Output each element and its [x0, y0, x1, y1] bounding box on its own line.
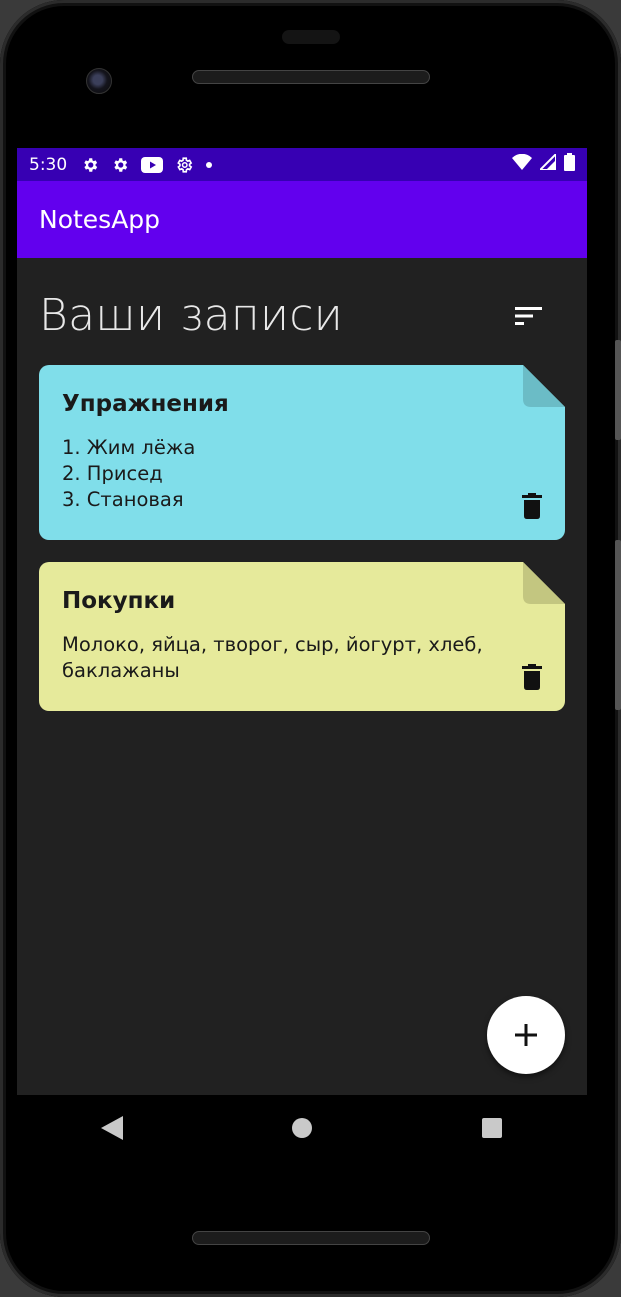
- recents-button[interactable]: [462, 1098, 522, 1158]
- battery-icon: [564, 153, 575, 176]
- sort-button[interactable]: [509, 296, 549, 336]
- note-body: 1. Жим лёжа 2. Присед 3. Становая: [62, 436, 196, 511]
- add-note-button[interactable]: [487, 996, 565, 1074]
- page-title: Ваши записи: [39, 290, 344, 341]
- back-button[interactable]: [82, 1098, 142, 1158]
- phone-frame: 5:30 NotesApp Ваши записи Упражнения 1. …: [0, 0, 621, 1297]
- app-title: NotesApp: [39, 205, 161, 234]
- front-camera: [86, 68, 112, 94]
- screen: 5:30 NotesApp Ваши записи Упражнения 1. …: [17, 148, 587, 1095]
- home-icon: [292, 1118, 312, 1138]
- status-bar: 5:30: [17, 148, 587, 181]
- signal-icon: [537, 151, 557, 175]
- power-button: [615, 340, 621, 440]
- gear-icon: [81, 156, 99, 174]
- sort-icon: [515, 306, 542, 325]
- volume-button: [615, 540, 621, 710]
- notes-content: Ваши записи Упражнения 1. Жим лёжа 2. Пр…: [17, 290, 587, 711]
- youtube-icon: [141, 156, 164, 173]
- back-icon: [101, 1116, 123, 1140]
- note-fold-corner: [523, 562, 565, 604]
- delete-note-button[interactable]: [519, 491, 545, 521]
- note-fold-corner: [523, 365, 565, 407]
- wifi-icon: [512, 153, 532, 175]
- delete-note-button[interactable]: [519, 662, 545, 692]
- navigation-bar: [17, 1095, 587, 1161]
- note-title: Покупки: [62, 588, 176, 614]
- note-body: Молоко, яйца, творог, сыр, йогурт, хлеб,…: [62, 633, 483, 682]
- status-time: 5:30: [29, 154, 68, 175]
- app-bar: NotesApp: [17, 181, 587, 258]
- note-title: Упражнения: [62, 391, 229, 417]
- sensor: [282, 30, 340, 44]
- home-button[interactable]: [272, 1098, 332, 1158]
- bottom-speaker: [191, 1231, 430, 1245]
- heading-row: Ваши записи: [39, 290, 565, 341]
- gear-icon: [111, 156, 129, 174]
- dot-icon: [205, 161, 213, 169]
- note-card[interactable]: Упражнения 1. Жим лёжа 2. Присед 3. Стан…: [39, 365, 565, 540]
- trash-icon: [522, 493, 542, 519]
- recents-icon: [482, 1118, 502, 1138]
- trash-icon: [522, 664, 542, 690]
- earpiece-speaker: [191, 70, 430, 84]
- settings-outline-icon: [175, 156, 193, 174]
- note-card[interactable]: Покупки Молоко, яйца, творог, сыр, йогур…: [39, 562, 565, 711]
- plus-icon: [515, 1024, 537, 1046]
